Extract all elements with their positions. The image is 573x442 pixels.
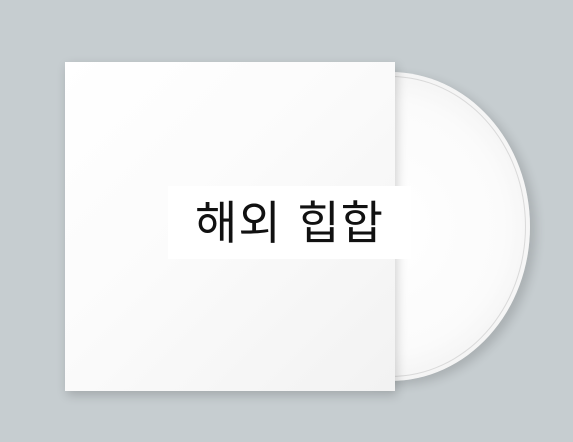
album-cover-scene: 해외 힙합 [0,0,573,442]
album-title: 해외 힙합 [195,195,384,250]
title-label-box: 해외 힙합 [168,186,411,259]
